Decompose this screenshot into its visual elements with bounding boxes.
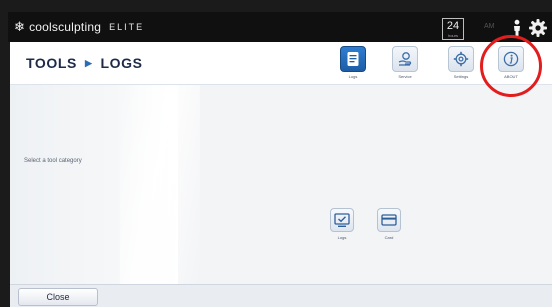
category-logs-label: Logs xyxy=(337,235,347,240)
main-panel: TOOLS ▶ LOGS Logs Service Settings ABOUT… xyxy=(10,42,552,284)
category-card-box[interactable] xyxy=(377,208,401,232)
page-header: TOOLS ▶ LOGS Logs Service Settings ABOUT xyxy=(10,42,552,85)
footer-bar: Close xyxy=(10,284,552,307)
tool-settings-label: Settings xyxy=(453,74,469,79)
tool-service-button[interactable]: Service xyxy=(385,46,425,79)
tool-settings-box[interactable] xyxy=(448,46,474,72)
settings-gear-icon[interactable] xyxy=(528,18,548,38)
tool-logs-button[interactable]: Logs xyxy=(333,46,373,79)
tool-logs-box[interactable] xyxy=(340,46,366,72)
snowflake-icon: ❄ xyxy=(14,19,26,34)
brand-edition: ELITE xyxy=(109,22,145,32)
device-screen: ❄ coolsculpting ELITE 24 hours AM TOOLS … xyxy=(0,0,552,307)
monitor-check-icon xyxy=(334,212,350,227)
gear-icon xyxy=(453,51,469,67)
tool-service-label: Service xyxy=(398,74,412,79)
service-hand-icon xyxy=(398,52,412,66)
hours-badge: 24 hours xyxy=(442,18,464,40)
tool-settings-button[interactable]: Settings xyxy=(441,46,481,79)
category-card-button[interactable]: Card xyxy=(371,208,407,240)
category-logs-button[interactable]: Logs xyxy=(324,208,360,240)
tool-service-box[interactable] xyxy=(392,46,418,72)
sidebar-highlight xyxy=(120,85,200,284)
chevron-right-icon: ▶ xyxy=(84,57,93,68)
hours-caption: hours xyxy=(447,33,458,38)
page-title: LOGS xyxy=(100,55,143,71)
faint-status-text: AM xyxy=(484,23,495,30)
card-icon xyxy=(381,214,397,226)
brand-name: coolsculpting xyxy=(29,20,102,34)
document-icon xyxy=(347,52,359,66)
hours-value: 24 xyxy=(446,20,460,32)
category-logs-box[interactable] xyxy=(330,208,354,232)
breadcrumb: TOOLS ▶ LOGS xyxy=(26,55,143,71)
close-button[interactable]: Close xyxy=(18,288,98,306)
tool-logs-label: Logs xyxy=(348,74,358,79)
top-status-bar: ❄ coolsculpting ELITE 24 hours AM xyxy=(8,12,552,42)
highlight-circle-annotation xyxy=(480,35,542,97)
select-category-prompt: Select a tool category xyxy=(24,158,82,164)
category-sidebar xyxy=(10,85,200,284)
brand-logo: ❄ coolsculpting ELITE xyxy=(14,20,144,34)
breadcrumb-section[interactable]: TOOLS xyxy=(26,55,77,71)
status-area: 24 hours AM xyxy=(412,18,552,40)
category-card-label: Card xyxy=(384,235,394,240)
